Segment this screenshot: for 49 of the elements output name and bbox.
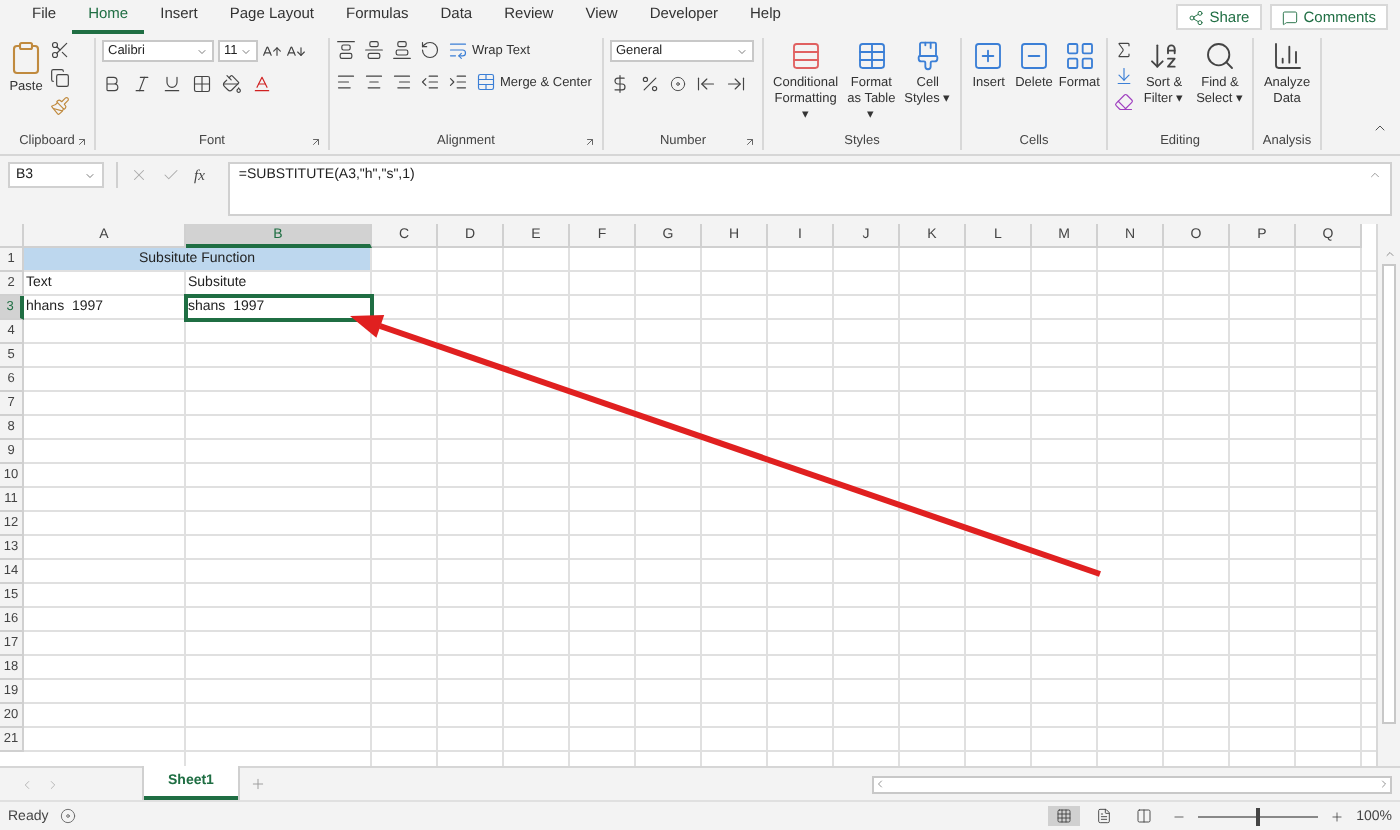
align-center-icon[interactable] [364,72,384,92]
merge-icon[interactable] [476,72,496,92]
format-painter-icon[interactable] [50,96,70,116]
share-icon[interactable] [1187,9,1204,25]
view-button[interactable] [1048,806,1081,826]
format-icon[interactable] [1063,40,1096,72]
clipboard-icon[interactable] [8,40,44,76]
copy-icon[interactable] [50,68,70,88]
borders-icon[interactable] [192,74,212,94]
italic-icon[interactable] [132,74,152,94]
orientation-icon[interactable] [420,40,440,60]
insert-icon[interactable] [972,40,1005,72]
table-rows-icon[interactable] [789,40,822,72]
cut-icon[interactable] [50,40,70,60]
underline-icon[interactable] [162,74,182,94]
fill-color-icon[interactable] [222,74,242,94]
wrap-icon[interactable] [448,40,468,60]
indent-icon[interactable] [448,72,468,92]
zoom-slider-thumb[interactable] [1256,807,1261,825]
align-bottom-icon[interactable] [392,40,412,60]
clear-icon[interactable] [1114,92,1134,112]
sum-icon[interactable] [1114,40,1134,60]
sort-icon[interactable] [1148,40,1180,72]
macro-record-icon[interactable] [60,808,77,824]
scrollbar-thumb[interactable] [1382,264,1396,724]
bold-icon[interactable] [102,74,122,94]
chart-icon[interactable] [1271,40,1303,72]
collapse-icon[interactable] [1372,120,1388,136]
launcher-icon[interactable] [584,136,596,148]
launcher-icon[interactable] [76,136,88,148]
percent-icon[interactable] [640,74,660,94]
launcher-icon[interactable] [744,136,756,148]
align-top-icon[interactable] [336,40,356,60]
decrease-decimal-icon[interactable] [726,74,746,94]
table-icon[interactable] [855,40,888,72]
align-right-icon[interactable] [392,72,412,92]
comment-icon[interactable] [1281,9,1298,25]
shrink-font-icon[interactable] [286,41,306,61]
fill-icon[interactable] [1114,66,1134,86]
outdent-icon[interactable] [420,72,440,92]
align-middle-icon[interactable] [364,40,384,60]
increase-decimal-icon[interactable] [696,74,716,94]
align-left-icon[interactable] [336,72,356,92]
delete-icon[interactable] [1018,40,1050,72]
search-icon[interactable] [1204,40,1236,72]
currency-icon[interactable] [610,74,630,94]
launcher-icon[interactable] [310,136,322,148]
font-color-icon[interactable] [252,74,272,94]
grow-font-icon[interactable] [262,41,282,61]
